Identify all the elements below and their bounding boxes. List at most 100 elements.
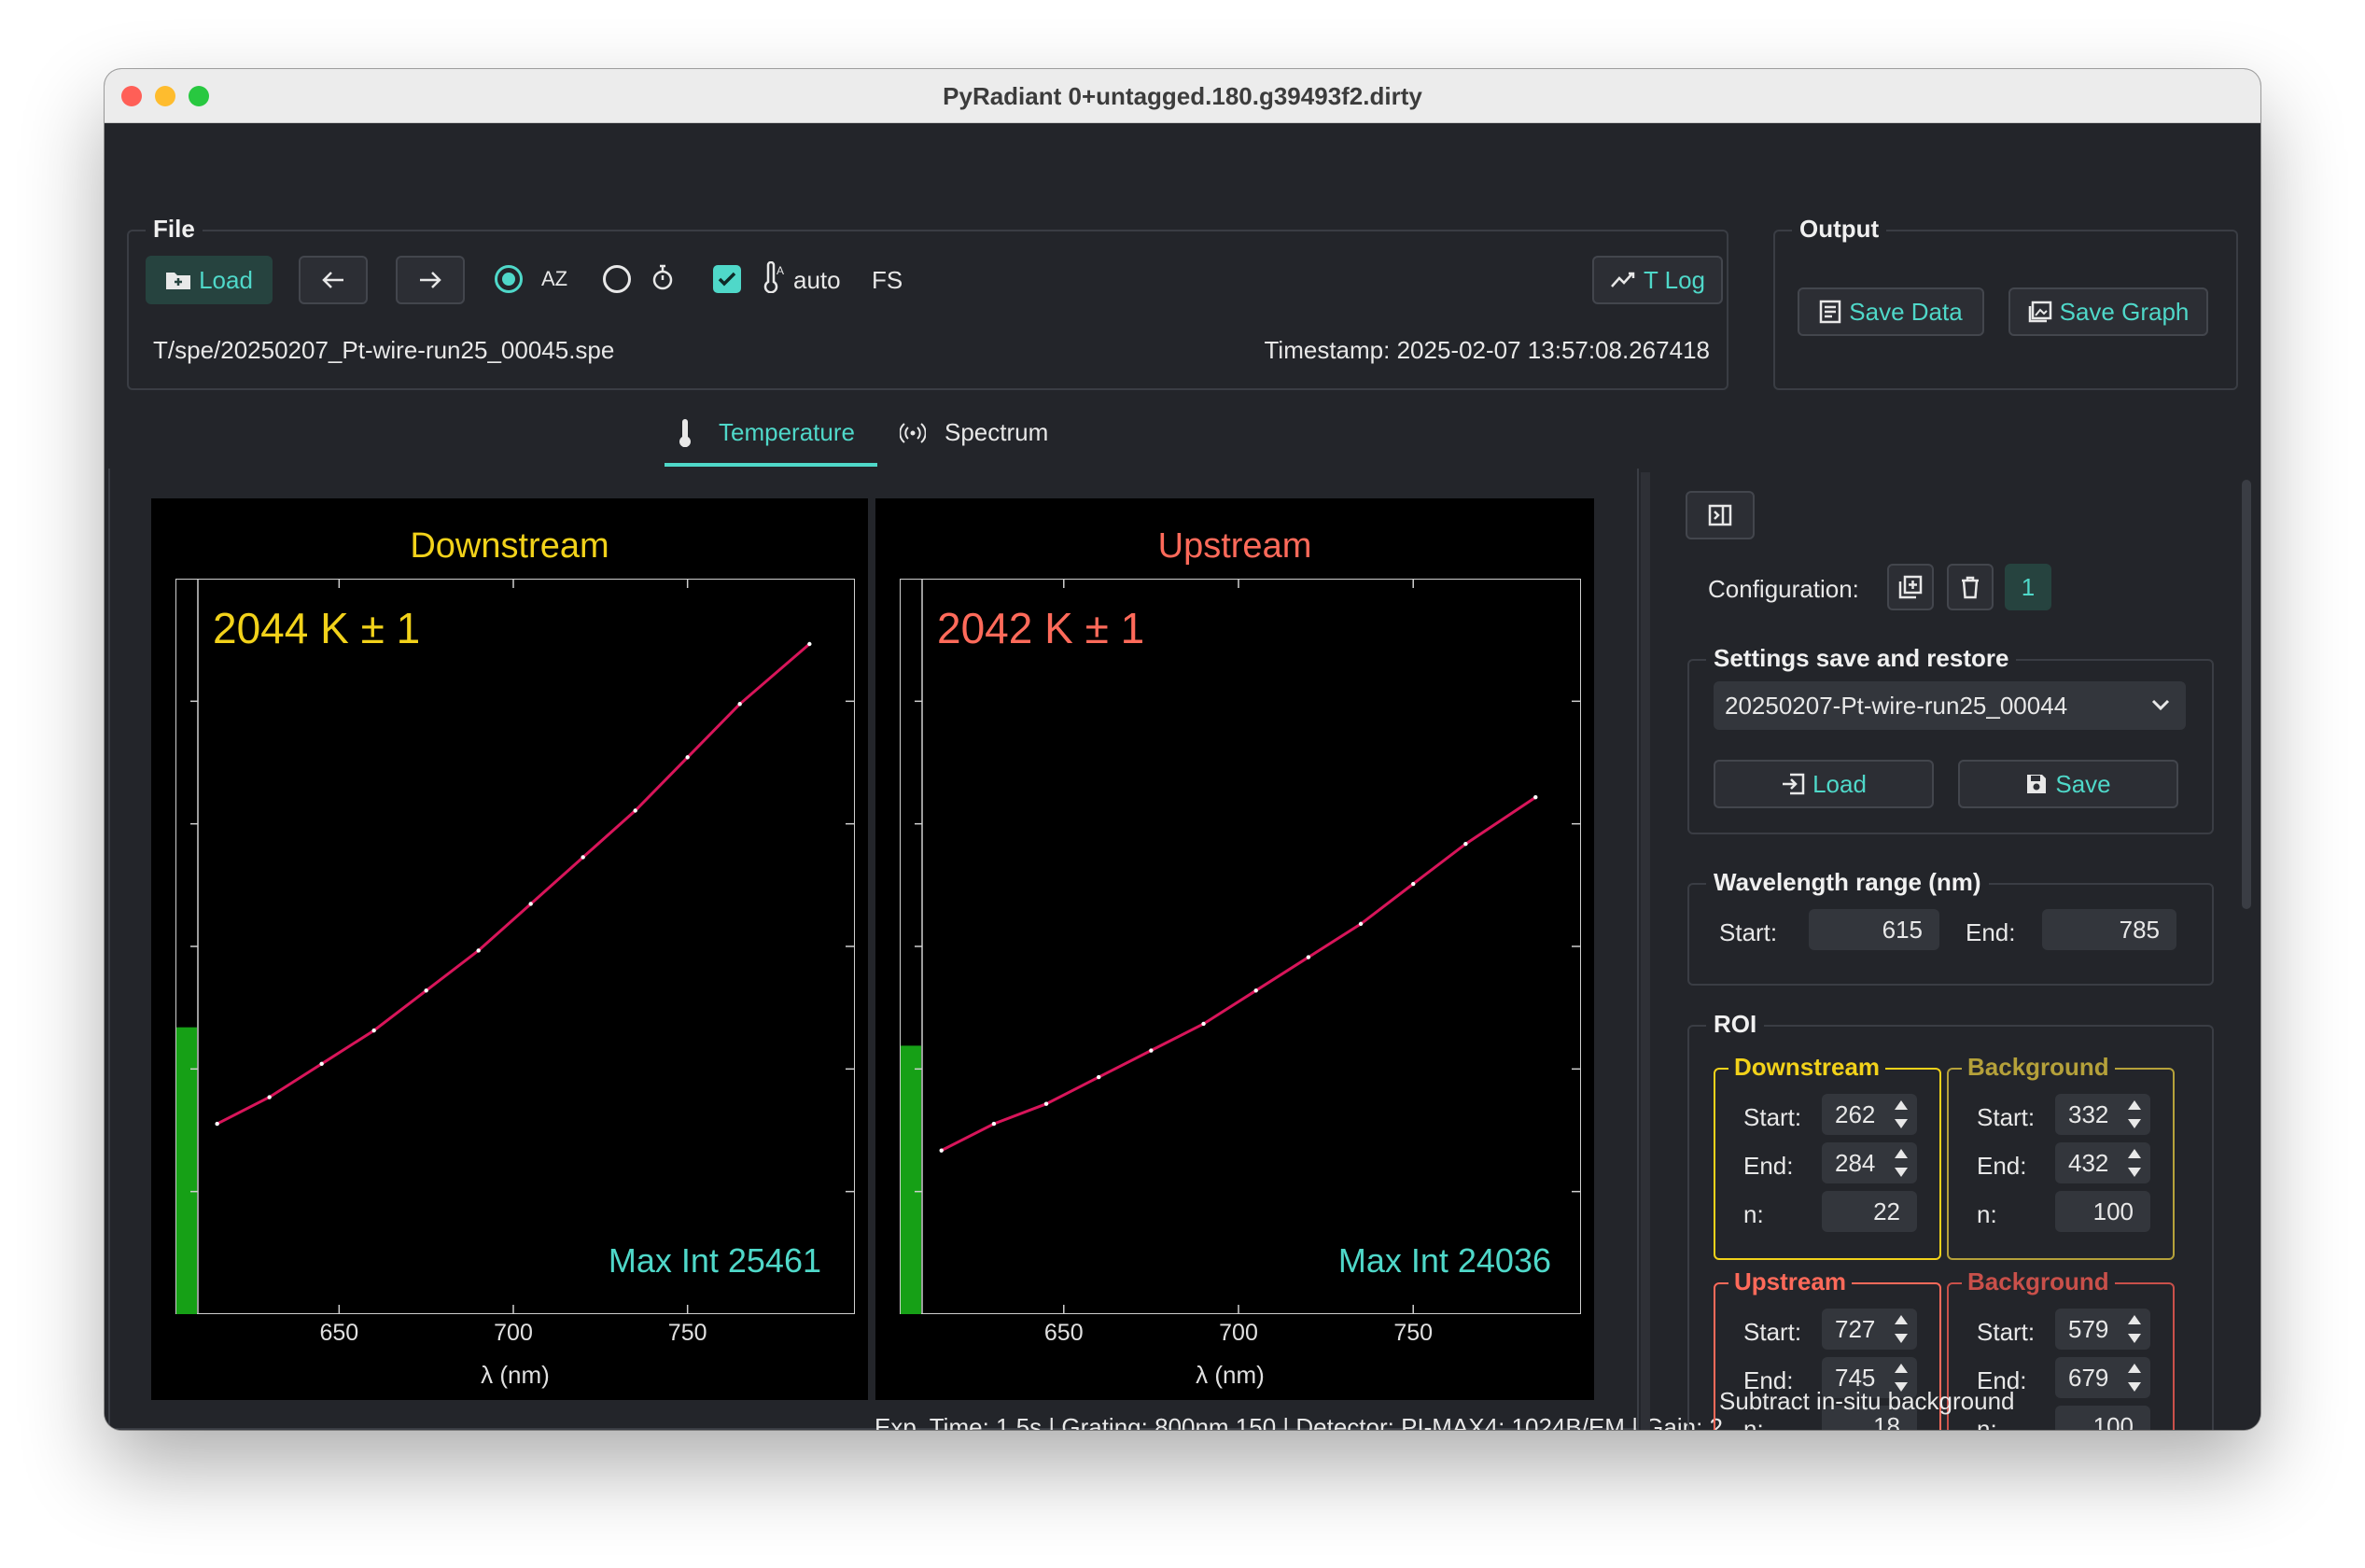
upstream-fit-line	[941, 795, 1537, 1152]
file-group-title: File	[146, 215, 203, 244]
auto-label: auto	[793, 266, 841, 294]
downstream-plot[interactable]: Downstream 2044 K ± 1 Max Int 25461 650 …	[151, 498, 868, 1400]
file-path: T/spe/20250207_Pt-wire-run25_00045.spe	[153, 336, 615, 364]
radio-sort-time[interactable]	[603, 265, 631, 293]
sidebar-collapse-icon	[1708, 504, 1732, 526]
upstream-xtick-label: 700	[1219, 1320, 1258, 1346]
save-settings-button[interactable]: Save	[1958, 760, 2178, 808]
save-data-label: Save Data	[1849, 297, 1963, 326]
spin-arrows-icon[interactable]	[1895, 1149, 1908, 1177]
load-settings-button[interactable]: Load	[1714, 760, 1934, 808]
load-file-label: Load	[199, 265, 253, 294]
save-graph-button[interactable]: Save Graph	[2008, 287, 2208, 336]
toggle-sidebar-button[interactable]	[1686, 491, 1755, 539]
tab-temperature[interactable]: Temperature	[676, 418, 855, 447]
spin-arrows-icon[interactable]	[1895, 1315, 1908, 1343]
roi-downstream-start-value: 262	[1835, 1099, 1876, 1128]
file-group: File	[127, 215, 1728, 390]
settings-group-title: Settings save and restore	[1706, 644, 2017, 673]
downstream-data-point	[581, 855, 585, 860]
downstream-data-point	[807, 641, 812, 647]
auto-temperature-checkbox[interactable]	[713, 265, 741, 293]
panel-splitter[interactable]	[1641, 472, 1650, 1430]
duplicate-icon	[1898, 575, 1923, 599]
image-icon	[2028, 301, 2051, 323]
arrow-left-icon	[322, 272, 343, 288]
roi-upstream-bg-start-spinbox[interactable]: 579	[2055, 1309, 2150, 1350]
roi-upstream-bg-n-label: n:	[1977, 1415, 1997, 1430]
save-data-button[interactable]: Save Data	[1798, 287, 1984, 336]
data-table-icon	[1820, 300, 1841, 324]
spin-arrows-icon[interactable]	[2128, 1364, 2141, 1392]
import-icon	[1783, 773, 1805, 795]
roi-group-title: ROI	[1706, 1010, 1765, 1039]
roi-downstream-title: Downstream	[1728, 1053, 1886, 1082]
folder-icon	[166, 273, 191, 289]
configuration-index-button[interactable]: 1	[2005, 564, 2051, 610]
downstream-max-intensity: Max Int 25461	[608, 1241, 821, 1280]
settings-select[interactable]: 20250207-Pt-wire-run25_00044	[1714, 681, 2186, 730]
tab-temperature-label: Temperature	[719, 418, 855, 446]
roi-downstream-bg-end-value: 432	[2068, 1148, 2109, 1177]
roi-upstream-start-value: 727	[1835, 1314, 1876, 1343]
downstream-xtick-label: 650	[319, 1320, 359, 1346]
status-bar: Exp. Time: 1.5s | Grating: 800nm 150 | D…	[874, 1413, 1723, 1430]
load-file-button[interactable]: Load	[146, 256, 273, 304]
wavelength-end-label: End:	[1966, 918, 2016, 946]
upstream-data-point	[1043, 1101, 1049, 1106]
downstream-xlabel: λ (nm)	[481, 1361, 550, 1389]
spin-arrows-icon[interactable]	[2128, 1100, 2141, 1128]
output-group-title: Output	[1792, 215, 1887, 244]
checkmark-icon	[718, 272, 736, 287]
next-file-button[interactable]	[396, 256, 465, 304]
fs-label[interactable]: FS	[872, 266, 903, 295]
upstream-data-point	[991, 1121, 997, 1127]
delete-configuration-button[interactable]	[1947, 564, 1994, 610]
upstream-data-point	[1533, 795, 1538, 800]
upstream-intensity-bar	[901, 1045, 921, 1314]
load-settings-label: Load	[1812, 769, 1867, 798]
upstream-data-point	[1253, 988, 1258, 993]
radio-sort-az[interactable]	[495, 265, 523, 293]
roi-upstream-background-title: Background	[1962, 1267, 2115, 1296]
chevron-down-icon	[2151, 699, 2170, 711]
downstream-temperature-readout: 2044 K ± 1	[213, 604, 421, 652]
downstream-intensity-bar	[176, 1027, 197, 1314]
spin-arrows-icon[interactable]	[2128, 1149, 2141, 1177]
roi-downstream-bg-end-spinbox[interactable]: 432	[2055, 1142, 2150, 1183]
upstream-xtick-label: 750	[1393, 1320, 1434, 1346]
downstream-data-point	[528, 902, 533, 906]
subtract-background-label-visible[interactable]: Subtract in-situ background	[1719, 1387, 2015, 1416]
configuration-label: Configuration:	[1708, 575, 1859, 603]
roi-upstream-start-spinbox[interactable]: 727	[1822, 1309, 1917, 1350]
add-configuration-button[interactable]	[1887, 564, 1934, 610]
downstream-data-point	[476, 948, 481, 953]
temperature-log-button[interactable]: T Log	[1592, 256, 1723, 304]
upstream-plot[interactable]: Upstream 2042 K ± 1 Max Int 24036 650 70…	[875, 498, 1594, 1400]
spin-arrows-icon[interactable]	[2128, 1315, 2141, 1343]
wavelength-end-input[interactable]: 785	[2042, 909, 2176, 950]
roi-upstream-title: Upstream	[1728, 1267, 1852, 1296]
thermometer-icon	[679, 418, 691, 447]
title-bar: PyRadiant 0+untagged.180.g39493f2.dirty	[105, 69, 2260, 123]
roi-downstream-bg-start-spinbox[interactable]: 332	[2055, 1094, 2150, 1135]
upstream-data-point	[1411, 881, 1416, 887]
roi-downstream-bg-start-label: Start:	[1977, 1103, 2036, 1131]
roi-downstream-start-spinbox[interactable]: 262	[1822, 1094, 1917, 1135]
roi-downstream-background-title: Background	[1962, 1053, 2115, 1082]
downstream-data-point	[319, 1061, 324, 1067]
right-panel-scrollbar[interactable]	[2242, 480, 2251, 909]
roi-downstream-n-label: n:	[1743, 1200, 1764, 1228]
upstream-xlabel: λ (nm)	[1196, 1361, 1265, 1389]
previous-file-button[interactable]	[299, 256, 368, 304]
roi-downstream-start-label: Start:	[1743, 1103, 1802, 1131]
roi-downstream-end-spinbox[interactable]: 284	[1822, 1142, 1917, 1183]
roi-downstream-bg-n-value: 100	[2055, 1191, 2150, 1232]
spin-arrows-icon[interactable]	[1895, 1100, 1908, 1128]
temperature-log-label: T Log	[1643, 265, 1705, 294]
roi-upstream-bg-end-spinbox[interactable]: 679	[2055, 1357, 2150, 1398]
tab-spectrum-label: Spectrum	[945, 418, 1049, 446]
tab-spectrum[interactable]: Spectrum	[900, 418, 1048, 447]
wavelength-start-input[interactable]: 615	[1809, 909, 1939, 950]
active-tab-indicator	[665, 463, 877, 467]
